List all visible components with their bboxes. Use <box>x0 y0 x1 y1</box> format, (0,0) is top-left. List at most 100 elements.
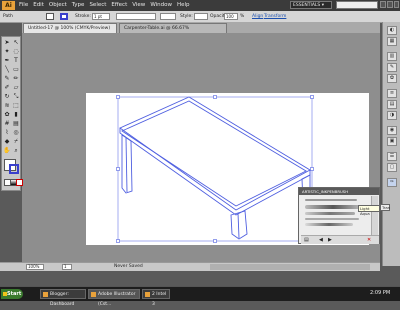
menu-file[interactable]: File <box>19 0 28 11</box>
menu-window[interactable]: Window <box>150 0 172 11</box>
chevron-down-icon: ▾ <box>321 3 324 8</box>
fill-swatch[interactable] <box>46 13 54 20</box>
brush-definition-select[interactable] <box>160 13 176 20</box>
align-link[interactable]: Align <box>252 14 263 19</box>
eraser-tool-icon[interactable]: ▱ <box>12 84 20 92</box>
task-blogger[interactable]: Blogger: Dashboard <box>40 289 86 307</box>
transparency-panel-icon[interactable]: ◑ <box>387 111 397 120</box>
brush-stroke[interactable] <box>305 205 361 209</box>
pencil-tool-icon[interactable]: ✏ <box>12 75 20 83</box>
brush-stroke[interactable] <box>305 212 355 215</box>
delete-brush-icon[interactable]: ✕ <box>367 237 371 243</box>
transform-link[interactable]: Transform <box>264 14 286 19</box>
live-paint-tool-icon[interactable]: ◆ <box>3 138 11 146</box>
magic-wand-tool-icon[interactable]: ✦ <box>3 48 11 56</box>
bbox-handle-n[interactable] <box>213 95 217 99</box>
opacity-input[interactable]: 100 <box>224 13 238 20</box>
minimize-button[interactable] <box>380 1 386 8</box>
start-label: Start <box>7 291 22 297</box>
appearance-panel-icon[interactable]: ◉ <box>387 126 397 135</box>
previous-library-icon[interactable]: ◀ <box>319 237 323 243</box>
next-library-icon[interactable]: ▶ <box>328 237 332 243</box>
gradient-panel-icon[interactable]: ▤ <box>387 100 397 109</box>
gradient-tool-icon[interactable]: ▤ <box>12 120 20 128</box>
variable-width-profile-select[interactable] <box>116 13 156 20</box>
bbox-handle-sw[interactable] <box>116 239 120 243</box>
illustrator-logo: Ai <box>2 1 15 10</box>
selection-tool-icon[interactable]: ➤ <box>3 39 11 47</box>
graphic-style-select[interactable] <box>194 13 208 20</box>
stroke-panel-icon[interactable]: ≡ <box>387 89 397 98</box>
brush-stroke[interactable] <box>305 223 353 226</box>
artboards-panel-icon[interactable]: ▢ <box>387 163 397 172</box>
panel-footer: ▤ ◀ ▶ ✕ <box>301 235 379 244</box>
zoom-level-field[interactable]: 100% <box>26 264 44 270</box>
bbox-handle-e[interactable] <box>310 167 314 171</box>
color-guide-icon[interactable]: ▦ <box>387 37 397 46</box>
brush-stroke[interactable] <box>305 218 359 220</box>
pen-tool-icon[interactable]: ✒ <box>3 57 11 65</box>
start-button[interactable]: Start <box>1 289 23 299</box>
menu-object[interactable]: Object <box>49 0 67 11</box>
bbox-handle-ne[interactable] <box>310 95 314 99</box>
table-leg-left-edge <box>125 137 128 193</box>
taskbar-clock: 2:09 PM <box>370 290 391 296</box>
menu-bar: Ai File Edit Object Type Select Effect V… <box>0 0 400 11</box>
menu-help[interactable]: Help <box>177 0 190 11</box>
help-search-input[interactable] <box>336 1 378 9</box>
warp-tool-icon[interactable]: ≋ <box>3 102 11 110</box>
artboard-number-field[interactable]: 1 <box>62 264 72 270</box>
workspace-switcher[interactable]: ESSENTIALS ▾ <box>290 1 332 9</box>
menu-view[interactable]: View <box>132 0 145 11</box>
maximize-button[interactable] <box>387 1 393 8</box>
close-button[interactable] <box>394 1 399 8</box>
tab-carpenter-table[interactable]: Carpenter-Table.ai @ 66.67% (RGB/Preview… <box>119 23 227 41</box>
menu-effect[interactable]: Effect <box>111 0 127 11</box>
mesh-tool-icon[interactable]: # <box>3 120 11 128</box>
blob-brush-tool-icon[interactable]: ✐ <box>3 84 11 92</box>
color-panel-icon[interactable]: ◐ <box>387 26 397 35</box>
graph-tool-icon[interactable]: ▮ <box>12 111 20 119</box>
slice-tool-icon[interactable]: ⌿ <box>12 138 20 146</box>
menu-select[interactable]: Select <box>89 0 106 11</box>
symbol-sprayer-tool-icon[interactable]: ✿ <box>3 111 11 119</box>
stroke-swatch[interactable] <box>60 13 68 20</box>
library-menu-icon[interactable]: ▤ <box>304 237 309 243</box>
line-tool-icon[interactable]: ╲ <box>3 66 11 74</box>
bbox-handle-w[interactable] <box>116 167 120 171</box>
free-transform-tool-icon[interactable]: ⬚ <box>12 102 20 110</box>
graphic-styles-icon[interactable]: ▣ <box>387 137 397 146</box>
tab-untitled-17[interactable]: Untitled-17 @ 100% (CMYK/Preview) <box>23 23 117 33</box>
lasso-tool-icon[interactable]: ◌ <box>12 48 20 56</box>
menu-type[interactable]: Type <box>72 0 85 11</box>
bbox-handle-nw[interactable] <box>116 95 120 99</box>
task-illustrator[interactable]: Adobe Illustrator (Cst... <box>88 289 140 307</box>
brush-stroke[interactable] <box>305 199 357 201</box>
horizontal-scrollbar[interactable] <box>210 264 370 270</box>
zoom-tool-icon[interactable]: ⌕ <box>12 147 20 155</box>
task-intel[interactable]: 2 Intel 3 <box>142 289 170 307</box>
bbox-handle-s[interactable] <box>213 239 217 243</box>
rectangle-tool-icon[interactable]: ▭ <box>12 66 20 74</box>
menu-edit[interactable]: Edit <box>33 0 44 11</box>
table-top-edge <box>119 128 311 216</box>
panel-scrollbar[interactable] <box>371 196 378 236</box>
brush-libraries-icon[interactable]: ✑ <box>387 178 397 187</box>
stroke-color-indicator[interactable] <box>9 164 19 174</box>
rotate-tool-icon[interactable]: ↻ <box>3 93 11 101</box>
none-mode-icon[interactable] <box>16 179 23 186</box>
type-tool-icon[interactable]: T <box>12 57 20 65</box>
scale-tool-icon[interactable]: ⤡ <box>12 93 20 101</box>
tooltip-secondary-text: Tran <box>382 205 391 210</box>
hand-tool-icon[interactable]: ✋ <box>3 147 11 155</box>
layers-panel-icon[interactable]: ☰ <box>387 152 397 161</box>
blend-tool-icon[interactable]: ◎ <box>12 129 20 137</box>
paintbrush-tool-icon[interactable]: ✎ <box>3 75 11 83</box>
brushes-panel-icon[interactable]: ✎ <box>387 63 397 72</box>
eyedropper-tool-icon[interactable]: ⌇ <box>3 129 11 137</box>
direct-selection-tool-icon[interactable]: ↖ <box>12 39 20 47</box>
tooltip-text: Light Aqua <box>360 206 370 216</box>
stroke-weight-input[interactable]: 1 pt <box>92 13 110 20</box>
swatches-panel-icon[interactable]: ▥ <box>387 52 397 61</box>
symbols-panel-icon[interactable]: ✿ <box>387 74 397 83</box>
